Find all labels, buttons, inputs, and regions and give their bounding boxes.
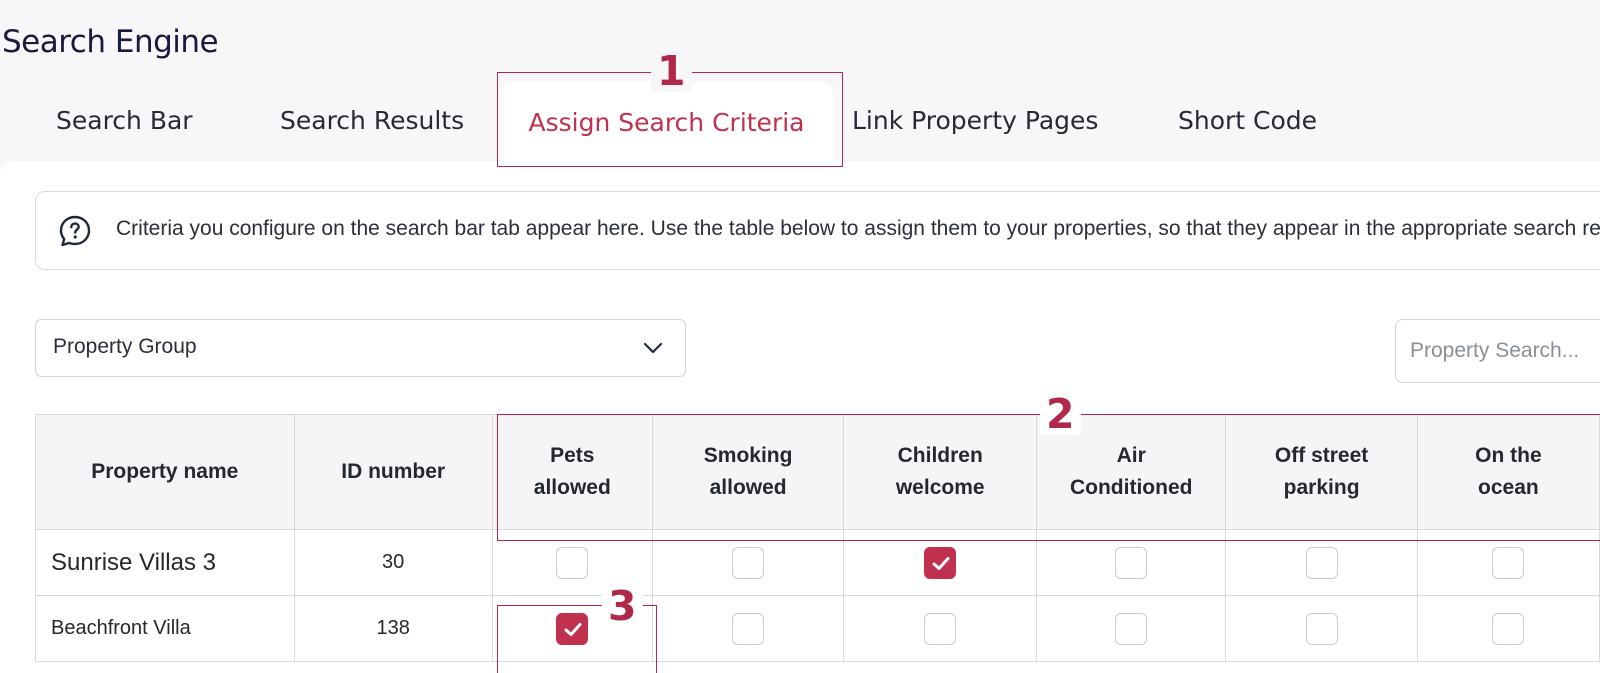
tab-search-results[interactable]: Search Results <box>280 80 464 162</box>
property-name-cell: Sunrise Villas 3 <box>35 529 295 596</box>
criteria-checkbox[interactable] <box>1115 612 1148 645</box>
id-number-cell: 138 <box>293 595 493 662</box>
annotation-number-2: 2 <box>1040 393 1081 435</box>
info-text: Criteria you configure on the search bar… <box>116 217 1600 240</box>
property-group-value: Property Group <box>53 335 197 358</box>
criteria-checkbox[interactable] <box>556 612 589 645</box>
header-property-name: Property name <box>35 414 295 530</box>
table-row: Sunrise Villas 3 30 <box>35 529 1600 596</box>
tab-search-bar[interactable]: Search Bar <box>56 80 193 162</box>
criteria-checkbox[interactable] <box>924 546 957 579</box>
criteria-checkbox[interactable] <box>1115 546 1148 579</box>
info-banner: Criteria you configure on the search bar… <box>35 191 1600 270</box>
criteria-table: Property name ID number Pets allowed Smok… <box>35 414 1600 662</box>
page-title: Search Engine <box>2 24 219 60</box>
property-search-input[interactable] <box>1395 319 1600 383</box>
tab-link-property-pages[interactable]: Link Property Pages <box>852 80 1098 162</box>
annotation-number-1: 1 <box>651 50 692 92</box>
criteria-checkbox[interactable] <box>1305 546 1338 579</box>
header-id-number: ID number <box>293 414 493 530</box>
header-pets-allowed: Pets allowed <box>491 414 653 530</box>
header-children-welcome: Children welcome <box>843 414 1037 530</box>
property-group-select[interactable]: Property Group <box>35 319 686 377</box>
criteria-checkbox[interactable] <box>732 546 765 579</box>
criteria-checkbox[interactable] <box>1492 546 1525 579</box>
chevron-down-icon <box>641 336 665 360</box>
criteria-checkbox[interactable] <box>732 612 765 645</box>
criteria-checkbox[interactable] <box>924 612 957 645</box>
property-name-cell: Beachfront Villa <box>35 595 295 662</box>
criteria-panel: Criteria you configure on the search bar… <box>0 161 1600 673</box>
criteria-checkbox[interactable] <box>1492 612 1525 645</box>
annotation-number-3: 3 <box>602 585 643 627</box>
id-number-cell: 30 <box>293 529 493 596</box>
header-smoking-allowed: Smoking allowed <box>651 414 845 530</box>
table-row: Beachfront Villa 138 <box>35 595 1600 662</box>
criteria-checkbox[interactable] <box>556 546 589 579</box>
question-bubble-icon <box>58 214 92 248</box>
tab-short-code[interactable]: Short Code <box>1178 80 1317 162</box>
tab-bar: Search Bar Search Results Assign Search … <box>0 80 1600 164</box>
header-off-street-parking: Off street parking <box>1225 414 1418 530</box>
header-on-the-ocean: On the ocean <box>1416 414 1600 530</box>
table-header-row: Property name ID number Pets allowed Smok… <box>35 414 1600 530</box>
criteria-checkbox[interactable] <box>1305 612 1338 645</box>
